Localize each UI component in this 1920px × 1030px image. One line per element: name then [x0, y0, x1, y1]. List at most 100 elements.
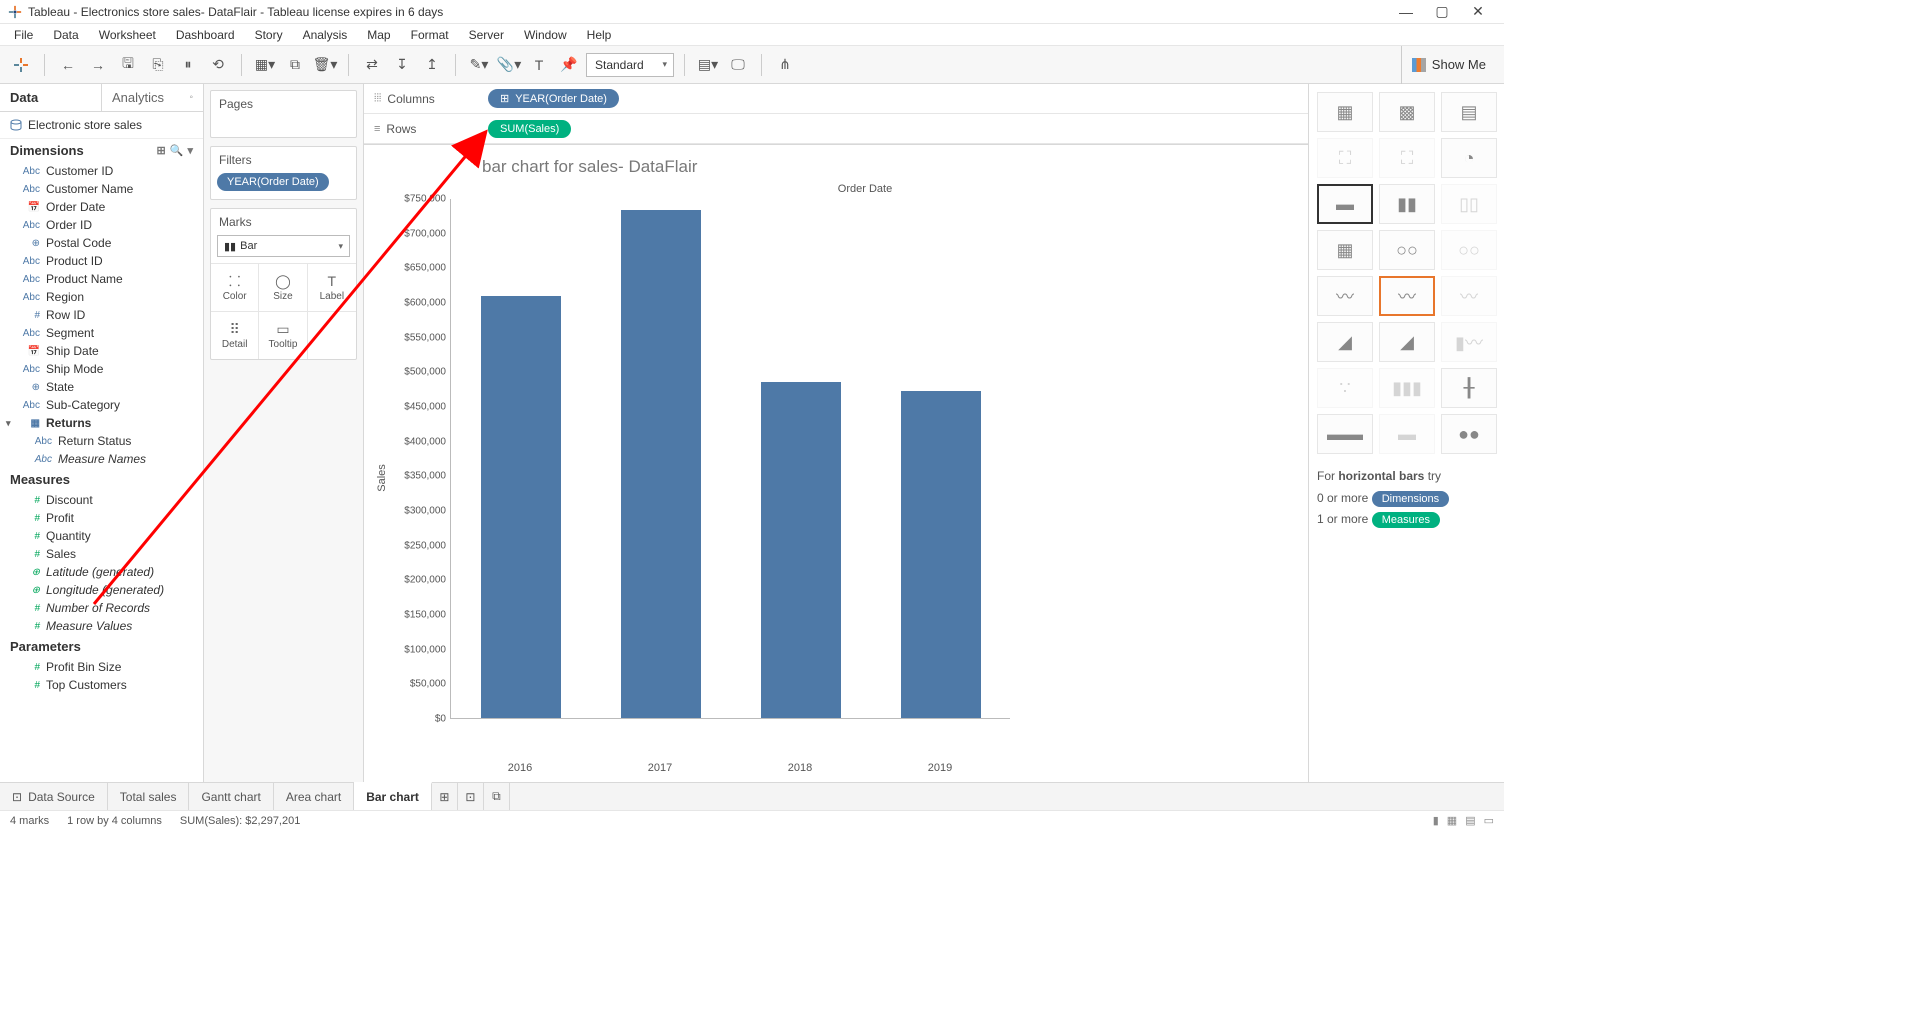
tab-analytics[interactable]: Analytics [101, 84, 203, 111]
new-worksheet-button[interactable]: ▦▾ [252, 52, 278, 78]
mark-tooltip[interactable]: ▭Tooltip [259, 311, 307, 359]
field-customer-name[interactable]: AbcCustomer Name [0, 180, 203, 198]
field-product-name[interactable]: AbcProduct Name [0, 270, 203, 288]
sort-asc-button[interactable]: ↧ [389, 52, 415, 78]
redo-button[interactable]: → [85, 52, 111, 78]
pause-auto-updates-button[interactable]: ⏸ [175, 52, 201, 78]
sm-dual-combo[interactable]: ▮〰 [1441, 322, 1497, 362]
field-order-date[interactable]: 📅Order Date [0, 198, 203, 216]
new-story-tab[interactable]: ⧉ [484, 783, 510, 810]
new-datasource-button[interactable]: ⎘ [145, 52, 171, 78]
sm-filled-map[interactable]: ⛶ [1379, 138, 1435, 178]
field-top-customers[interactable]: #Top Customers [0, 676, 203, 694]
sm-gantt[interactable]: ▬▬ [1317, 414, 1373, 454]
menu-worksheet[interactable]: Worksheet [89, 26, 166, 44]
field-profit[interactable]: #Profit [0, 509, 203, 527]
menu-window[interactable]: Window [514, 26, 577, 44]
mark-detail[interactable]: ⠿Detail [211, 311, 259, 359]
menu-help[interactable]: Help [577, 26, 622, 44]
undo-button[interactable]: ← [55, 52, 81, 78]
columns-shelf[interactable]: ⦙⦙⦙Columns ⊞YEAR(Order Date) [364, 84, 1308, 114]
sm-symbol-map[interactable]: ⛶ [1317, 138, 1373, 178]
fit-selector[interactable]: Standard [586, 53, 674, 77]
new-worksheet-tab[interactable]: ⊞ [432, 783, 458, 810]
minimize-button[interactable]: — [1388, 0, 1424, 24]
sm-area-cont[interactable]: ◢ [1317, 322, 1373, 362]
columns-pill[interactable]: ⊞YEAR(Order Date) [488, 89, 619, 108]
filter-pill-year[interactable]: YEAR(Order Date) [217, 173, 329, 191]
bar-2019[interactable] [901, 391, 981, 718]
menu-file[interactable]: File [4, 26, 43, 44]
sm-area-disc[interactable]: ◢ [1379, 322, 1435, 362]
field-sub-category[interactable]: AbcSub-Category [0, 396, 203, 414]
sm-side-circle[interactable]: ○○ [1441, 230, 1497, 270]
plot-area[interactable] [450, 199, 1010, 719]
sm-histogram[interactable]: ▮▮▮ [1379, 368, 1435, 408]
sm-treemap[interactable]: ▦ [1317, 230, 1373, 270]
field-discount[interactable]: #Discount [0, 491, 203, 509]
sort-desc-button[interactable]: ↥ [419, 52, 445, 78]
show-labels-button[interactable]: T [526, 52, 552, 78]
field-region[interactable]: AbcRegion [0, 288, 203, 306]
field-profit-bin-size[interactable]: #Profit Bin Size [0, 658, 203, 676]
view-sorted-icon[interactable]: ▭ [1484, 814, 1494, 827]
bar-2018[interactable] [761, 382, 841, 718]
returns-folder[interactable]: ▾ ▦ Returns [0, 414, 203, 432]
show-me-toggle[interactable]: Show Me [1401, 46, 1496, 84]
sheet-tab-bar-chart[interactable]: Bar chart [354, 782, 432, 810]
maximize-button[interactable]: ▢ [1424, 0, 1460, 24]
sm-packed-bubbles[interactable]: ●● [1441, 414, 1497, 454]
field-quantity[interactable]: #Quantity [0, 527, 203, 545]
group-button[interactable]: 📎▾ [496, 52, 522, 78]
sm-stacked-bar[interactable]: ▮▮ [1379, 184, 1435, 224]
swap-button[interactable]: ⇄ [359, 52, 385, 78]
field-sales[interactable]: #Sales [0, 545, 203, 563]
menu-dashboard[interactable]: Dashboard [166, 26, 245, 44]
pages-card[interactable]: Pages [210, 90, 357, 138]
sheet-tab-area-chart[interactable]: Area chart [274, 783, 354, 810]
menu-caret-icon[interactable]: ▾ [187, 144, 193, 157]
field-ship-date[interactable]: 📅Ship Date [0, 342, 203, 360]
field-measure-values[interactable]: #Measure Values [0, 617, 203, 635]
field-order-id[interactable]: AbcOrder ID [0, 216, 203, 234]
sm-heat-map[interactable]: ▩ [1379, 92, 1435, 132]
view-sheet-icon[interactable]: ▮ [1433, 814, 1439, 827]
close-button[interactable]: ✕ [1460, 0, 1496, 24]
datasource-row[interactable]: Electronic store sales [0, 112, 203, 139]
filters-card[interactable]: Filters YEAR(Order Date) [210, 146, 357, 200]
viz-title[interactable]: bar chart for sales- DataFlair [372, 153, 1288, 183]
rows-shelf[interactable]: ≡Rows SUM(Sales) [364, 114, 1308, 144]
field-ship-mode[interactable]: AbcShip Mode [0, 360, 203, 378]
menu-analysis[interactable]: Analysis [293, 26, 358, 44]
presentation-button[interactable]: 🖵 [725, 52, 751, 78]
field-number-of-records[interactable]: #Number of Records [0, 599, 203, 617]
marks-type-selector[interactable]: ▮▮ Bar [217, 235, 350, 257]
highlight-button[interactable]: ✎▾ [466, 52, 492, 78]
sm-circle-views[interactable]: ○○ [1379, 230, 1435, 270]
sm-box-plot[interactable]: ╂ [1441, 368, 1497, 408]
clear-button[interactable]: 🗑▾ [312, 52, 338, 78]
field-state[interactable]: ⊕State [0, 378, 203, 396]
sm-line-disc[interactable]: 〰 [1379, 276, 1435, 316]
rows-pill[interactable]: SUM(Sales) [488, 120, 571, 138]
field-row-id[interactable]: #Row ID [0, 306, 203, 324]
menu-format[interactable]: Format [401, 26, 459, 44]
duplicate-button[interactable]: ⧉ [282, 52, 308, 78]
field-customer-id[interactable]: AbcCustomer ID [0, 162, 203, 180]
sm-hbar[interactable]: ▬ [1317, 184, 1373, 224]
tab-data-source[interactable]: ⊡Data Source [0, 783, 108, 810]
field-measure-names[interactable]: AbcMeasure Names [0, 450, 203, 468]
field-latitude-generated-[interactable]: ⊕Latitude (generated) [0, 563, 203, 581]
menu-data[interactable]: Data [43, 26, 88, 44]
sheet-tab-total-sales[interactable]: Total sales [108, 783, 190, 810]
field-product-id[interactable]: AbcProduct ID [0, 252, 203, 270]
sheet-tab-gantt-chart[interactable]: Gantt chart [189, 783, 273, 810]
sm-scatter[interactable]: ∵ [1317, 368, 1373, 408]
mark-color[interactable]: ⸬Color [211, 263, 259, 311]
share-button[interactable]: ⋔ [772, 52, 798, 78]
new-dashboard-tab[interactable]: ⊡ [458, 783, 484, 810]
bar-2016[interactable] [481, 296, 561, 718]
mark-size[interactable]: ◯Size [259, 263, 307, 311]
sm-text-table[interactable]: ▦ [1317, 92, 1373, 132]
pin-button[interactable]: 📌 [556, 52, 582, 78]
